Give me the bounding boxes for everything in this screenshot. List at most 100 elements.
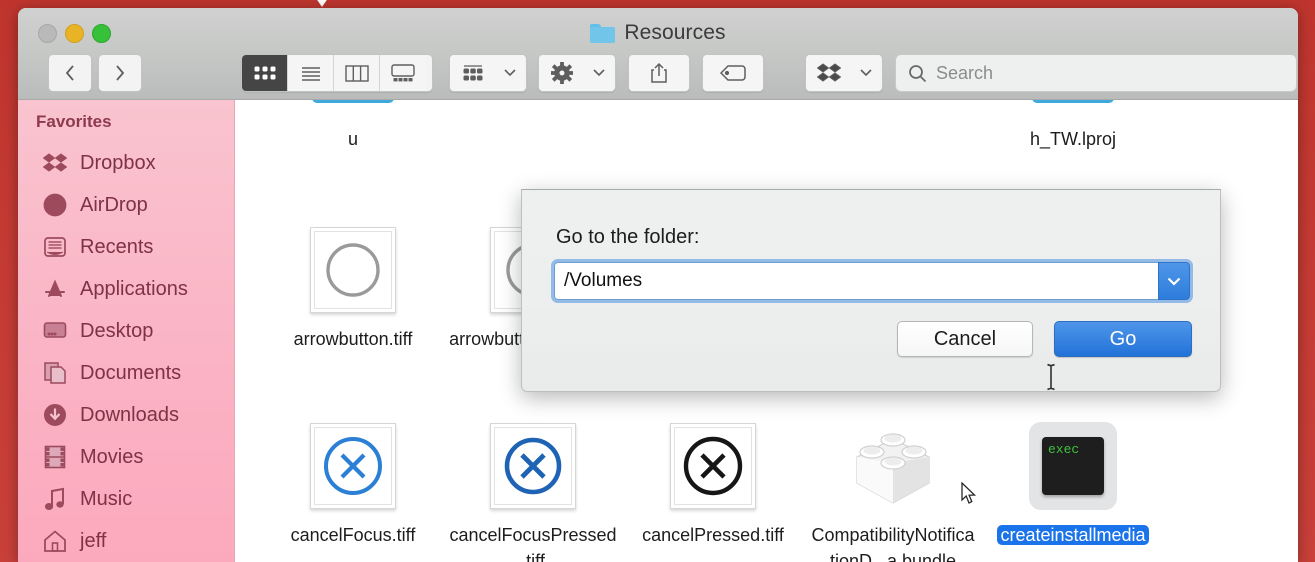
page-title: Resources	[18, 21, 1298, 45]
dropbox-icon	[817, 63, 841, 82]
arrange-icon	[463, 65, 483, 81]
file-item-arrowbutton[interactable]: arrowbutton.tiff	[263, 208, 443, 404]
bundle-block-icon	[856, 433, 930, 504]
tiff-thumbnail	[665, 418, 761, 514]
folder-icon	[305, 100, 401, 118]
sidebar-item-label: Desktop	[80, 319, 154, 342]
action-menu-button[interactable]	[538, 54, 616, 92]
tiff-thumbnail	[305, 418, 401, 514]
file-label: arrowbutton.tiff	[293, 329, 413, 349]
tag-icon	[720, 65, 746, 81]
file-label: CompatibilityNotificationD...a.bundle	[811, 525, 975, 562]
home-icon	[42, 528, 68, 554]
dropbox-button[interactable]	[805, 54, 883, 92]
folder-path-input[interactable]	[554, 262, 1158, 300]
search-icon	[909, 64, 927, 82]
file-icon-area[interactable]: u h_TW.lproj arrowbutton.tiff cancelFocu…	[235, 100, 1298, 562]
gallery-icon	[391, 64, 415, 82]
chevron-down-icon	[1167, 277, 1181, 286]
arrange-chevron[interactable]	[496, 55, 524, 91]
file-label-text: createinstallmedia	[997, 525, 1149, 545]
action-chevron[interactable]	[585, 55, 613, 91]
list-view-button[interactable]	[288, 55, 334, 91]
share-icon-wrap	[629, 55, 689, 91]
file-item-cancelfocuspressed[interactable]: cancelFocusPressed.tiff	[443, 404, 623, 562]
sidebar-item-recents[interactable]: Recents	[18, 226, 234, 268]
finder-window: Resources Search Favorites Dropbox AirDr…	[18, 8, 1298, 562]
search-input[interactable]: Search	[895, 54, 1297, 92]
sidebar-item-label: AirDrop	[80, 193, 148, 216]
dropbox-icon-wrap	[806, 55, 852, 91]
arrow-pointer-cursor	[961, 481, 977, 511]
gallery-view-button[interactable]	[380, 55, 426, 91]
columns-icon	[344, 64, 369, 82]
ibeam-cursor	[1044, 362, 1058, 392]
circle-x-icon	[324, 437, 382, 495]
grid-icon	[254, 66, 275, 80]
tiff-thumbnail	[305, 222, 401, 318]
recents-icon	[42, 234, 68, 260]
dropbox-chevron[interactable]	[852, 55, 880, 91]
tag-button[interactable]	[702, 54, 764, 92]
folder-path-field[interactable]	[554, 262, 1190, 300]
dialog-buttons: Cancel Go	[897, 321, 1192, 357]
file-item-createinstallmedia[interactable]: exec createinstallmedia	[983, 404, 1163, 562]
sidebar-item-documents[interactable]: Documents	[18, 352, 234, 394]
exec-icon: exec	[1025, 418, 1121, 514]
file-item-bundle[interactable]: CompatibilityNotificationD...a.bundle	[803, 404, 983, 562]
column-view-button[interactable]	[334, 55, 380, 91]
arrange-icon-wrap	[450, 55, 496, 91]
sidebar-item-label: Applications	[80, 277, 188, 300]
tag-icon-wrap	[703, 55, 763, 91]
file-item-cancelfocus[interactable]: cancelFocus.tiff	[263, 404, 443, 562]
gear-icon-wrap	[539, 55, 585, 91]
sidebar-item-label: Dropbox	[80, 151, 156, 174]
cancel-button[interactable]: Cancel	[897, 321, 1033, 357]
sidebar-item-music[interactable]: Music	[18, 478, 234, 520]
share-button[interactable]	[628, 54, 690, 92]
bundle-icon	[845, 418, 941, 514]
sidebar-item-applications[interactable]: Applications	[18, 268, 234, 310]
file-label-selected: createinstallmedia	[989, 522, 1157, 548]
sidebar-section-header: Favorites	[36, 112, 112, 131]
sidebar-item-movies[interactable]: Movies	[18, 436, 234, 478]
forward-button[interactable]	[98, 54, 142, 92]
path-history-dropdown-button[interactable]	[1158, 262, 1190, 300]
exec-text: exec	[1042, 437, 1104, 495]
window-title-bar[interactable]: Resources Search	[18, 8, 1298, 100]
file-item-cancelpressed[interactable]: cancelPressed.tiff	[623, 404, 803, 562]
back-button[interactable]	[48, 54, 92, 92]
sidebar-item-label: jeff	[80, 529, 107, 552]
icon-view-button[interactable]	[242, 55, 288, 91]
share-icon	[651, 62, 667, 83]
file-label: h_TW.lproj	[1029, 129, 1117, 149]
dialog-prompt-label: Go to the folder:	[556, 226, 700, 248]
go-to-folder-dialog: Go to the folder: /Volumes Cancel Go	[521, 189, 1221, 392]
chevron-left-icon	[65, 65, 74, 81]
sidebar: Favorites Dropbox AirDrop Recents Applic…	[18, 100, 235, 562]
sidebar-item-airdrop[interactable]: AirDrop	[18, 184, 234, 226]
sidebar-item-dropbox[interactable]: Dropbox	[18, 142, 234, 184]
sidebar-item-label: Downloads	[80, 403, 179, 426]
go-button[interactable]: Go	[1054, 321, 1192, 357]
circle-x-icon	[683, 436, 743, 496]
desktop-icon	[42, 318, 68, 344]
sidebar-item-label: Movies	[80, 445, 144, 468]
folder-icon	[1025, 100, 1121, 118]
file-item[interactable]: u	[263, 100, 443, 204]
circle-arrow-icon	[326, 243, 380, 297]
tiff-thumbnail	[485, 418, 581, 514]
sidebar-item-label: Music	[80, 487, 133, 510]
chevron-right-icon	[116, 65, 125, 81]
sidebar-item-desktop[interactable]: Desktop	[18, 310, 234, 352]
file-label: cancelFocus.tiff	[290, 525, 416, 545]
chevron-down-icon	[593, 69, 605, 77]
arrange-button[interactable]	[449, 54, 527, 92]
navigation-buttons	[48, 54, 142, 92]
window-body: Favorites Dropbox AirDrop Recents Applic…	[18, 100, 1298, 562]
sidebar-item-downloads[interactable]: Downloads	[18, 394, 234, 436]
sidebar-item-jeff[interactable]: jeff	[18, 520, 234, 562]
music-icon	[42, 486, 68, 512]
view-mode-buttons	[241, 54, 433, 92]
window-title-text: Resources	[624, 21, 726, 44]
